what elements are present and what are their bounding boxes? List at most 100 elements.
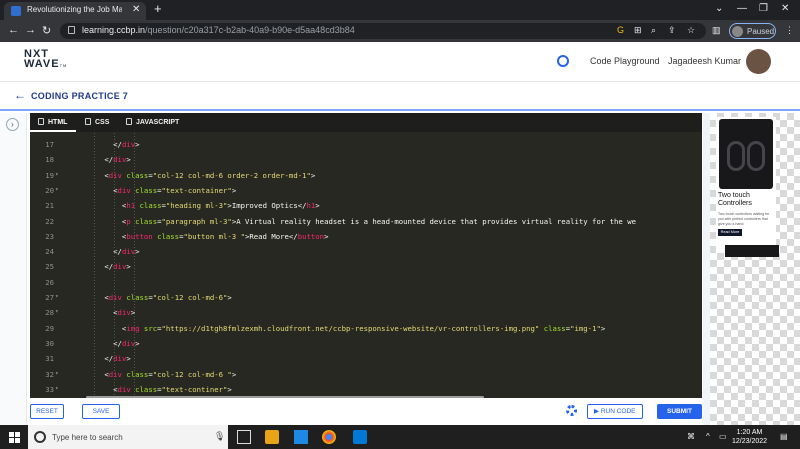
- close-window-icon[interactable]: ✕: [781, 3, 789, 14]
- chrome-icon[interactable]: [322, 430, 336, 444]
- line-number: 18: [45, 155, 54, 165]
- tab-html[interactable]: HTML: [38, 118, 67, 126]
- fold-arrow-icon[interactable]: ▾: [55, 370, 59, 377]
- line-number: 21: [45, 201, 54, 211]
- line-number: 20: [45, 185, 54, 195]
- javascript-icon: [126, 118, 132, 125]
- code-text: <div class="col-12 col-md-6 order-2 orde…: [78, 170, 316, 180]
- battery-icon[interactable]: ▭: [719, 432, 727, 441]
- code-line[interactable]: 22 <p class="paragraph ml-3">A Virtual r…: [30, 214, 702, 229]
- code-line[interactable]: 29 <img src="https://d1tgh8fmlzexmh.clou…: [30, 321, 702, 336]
- code-line[interactable]: 19 ▾ <div class="col-12 col-md-6 order-2 …: [30, 168, 702, 183]
- fold-arrow-icon[interactable]: ▾: [55, 186, 59, 193]
- practice-title: CODING PRACTICE 7: [31, 91, 129, 101]
- task-view-icon[interactable]: [237, 430, 251, 444]
- expand-sidebar-icon[interactable]: ›: [6, 118, 19, 131]
- search-placeholder: Type here to search: [52, 433, 123, 442]
- screen: Revolutionizing the Job Market | ✕ + ⌄ —…: [0, 0, 800, 449]
- preview-read-more-button[interactable]: Read More: [718, 229, 742, 236]
- tab-javascript[interactable]: JAVASCRIPT: [126, 118, 179, 126]
- chevron-down-icon[interactable]: ⌄: [715, 3, 723, 14]
- kebab-menu-icon[interactable]: ⋮: [785, 25, 794, 36]
- code-editor[interactable]: HTML CSS JAVASCRIPT 17 </div> 18 </div> 19…: [30, 113, 702, 399]
- bookmark-star-icon[interactable]: ☆: [687, 25, 695, 36]
- code-line[interactable]: 27 ▾ <div class="col-12 col-md-6">: [30, 290, 702, 305]
- reload-icon[interactable]: ↻: [42, 24, 51, 37]
- code-text: <div class="col-12 col-md-6">: [78, 293, 232, 302]
- code-lines[interactable]: 17 </div> 18 </div> 19 ▾ <div class="col-12…: [30, 132, 702, 398]
- code-line[interactable]: 28 ▾ <div>: [30, 305, 702, 320]
- code-line[interactable]: 23 <button class="button ml-3 ">Read Mor…: [30, 229, 702, 244]
- code-line[interactable]: 31 </div>: [30, 351, 702, 366]
- reset-button[interactable]: RESET: [30, 404, 64, 419]
- line-number: 33: [45, 384, 54, 394]
- practice-header: ← CODING PRACTICE 7: [0, 82, 800, 111]
- zoom-icon[interactable]: ⌕: [651, 25, 656, 36]
- fold-arrow-icon[interactable]: ▾: [55, 385, 59, 392]
- new-tab-icon[interactable]: +: [154, 1, 162, 16]
- side-panel-icon[interactable]: ▥: [712, 25, 721, 36]
- code-line[interactable]: 25 </div>: [30, 259, 702, 274]
- line-number: 25: [45, 262, 54, 272]
- nxtwave-logo[interactable]: NXT WAVETM: [24, 49, 67, 71]
- minimize-icon[interactable]: —: [737, 3, 747, 14]
- search-circle-icon: [34, 431, 46, 443]
- restore-icon[interactable]: ❐: [759, 3, 768, 14]
- pane-resize-handle[interactable]: [703, 113, 710, 425]
- google-icon[interactable]: G: [617, 25, 624, 35]
- system-clock[interactable]: 1:20 AM 12/23/2022: [732, 428, 767, 446]
- settings-gear-icon[interactable]: [566, 405, 577, 416]
- code-text: <p class="paragraph ml-3">A Virtual real…: [78, 216, 636, 226]
- timer-icon[interactable]: [557, 55, 569, 67]
- notification-icon[interactable]: ▤: [780, 432, 788, 441]
- fold-arrow-icon[interactable]: ▾: [55, 308, 59, 315]
- people-icon[interactable]: ⌘: [687, 432, 695, 441]
- profile-button[interactable]: Paused: [729, 23, 776, 39]
- microphone-icon[interactable]: 🎙: [214, 431, 225, 442]
- share-icon[interactable]: ⇪: [668, 25, 676, 36]
- output-preview: Two touch Controllers Two touch controll…: [710, 113, 800, 425]
- translate-icon[interactable]: ⊞: [634, 25, 642, 36]
- code-playground-link[interactable]: Code Playground: [590, 56, 660, 66]
- user-name[interactable]: Jagadeesh Kumar: [668, 56, 741, 66]
- code-text: </div>: [78, 262, 131, 272]
- code-line[interactable]: 26: [30, 275, 702, 290]
- code-text: </div>: [78, 155, 131, 165]
- profile-avatar: [732, 26, 743, 37]
- windows-start-icon[interactable]: [9, 432, 20, 443]
- user-avatar[interactable]: [746, 49, 771, 74]
- browser-tab[interactable]: Revolutionizing the Job Market | ✕: [4, 2, 146, 20]
- run-code-button[interactable]: ▶ RUN CODE: [587, 404, 643, 419]
- back-arrow-icon[interactable]: ←: [8, 24, 19, 36]
- windows-taskbar: Type here to search 🎙 ⌘ ^ ▭ 1:20 AM 12/2…: [0, 425, 800, 449]
- back-arrow-icon[interactable]: ←: [14, 88, 26, 102]
- code-line[interactable]: 17 </div>: [30, 137, 702, 152]
- question-sidebar: ›: [0, 113, 27, 425]
- fold-arrow-icon[interactable]: ▾: [55, 293, 59, 300]
- save-button[interactable]: SAVE: [82, 404, 120, 419]
- close-tab-icon[interactable]: ✕: [132, 4, 140, 15]
- code-line[interactable]: 21 <h1 class="heading ml-3">Improved Opt…: [30, 198, 702, 213]
- code-line[interactable]: 30 </div>: [30, 336, 702, 351]
- code-line[interactable]: 33 ▾ <div class="text-continer">: [30, 382, 702, 397]
- taskbar-search[interactable]: Type here to search 🎙: [28, 425, 228, 449]
- mail-icon[interactable]: [294, 430, 308, 444]
- vscode-icon[interactable]: [353, 430, 367, 444]
- html5-icon: [38, 118, 44, 125]
- code-line[interactable]: 32 ▾ <div class="col-12 col-md-6 ">: [30, 367, 702, 382]
- fold-arrow-icon[interactable]: ▾: [55, 171, 59, 178]
- editor-footer: RESET SAVE ▶ RUN CODE SUBMIT: [30, 398, 702, 425]
- site-favicon-icon: [11, 6, 21, 16]
- address-bar[interactable]: learning.ccbp.in/question/c20a317c-b2ab-…: [60, 23, 706, 39]
- microsoft-store-icon[interactable]: [265, 430, 279, 444]
- forward-arrow-icon[interactable]: →: [25, 24, 36, 36]
- code-line[interactable]: 18 </div>: [30, 152, 702, 167]
- tab-css[interactable]: CSS: [85, 118, 109, 126]
- chevron-up-icon[interactable]: ^: [706, 432, 710, 441]
- code-line[interactable]: 20 ▾ <div class="text-container">: [30, 183, 702, 198]
- code-text: </div>: [78, 247, 140, 257]
- submit-button[interactable]: SUBMIT: [657, 404, 702, 419]
- preview-card: Two touch Controllers Two touch controll…: [716, 117, 779, 257]
- line-number: 17: [45, 140, 54, 149]
- code-line[interactable]: 24 </div>: [30, 244, 702, 259]
